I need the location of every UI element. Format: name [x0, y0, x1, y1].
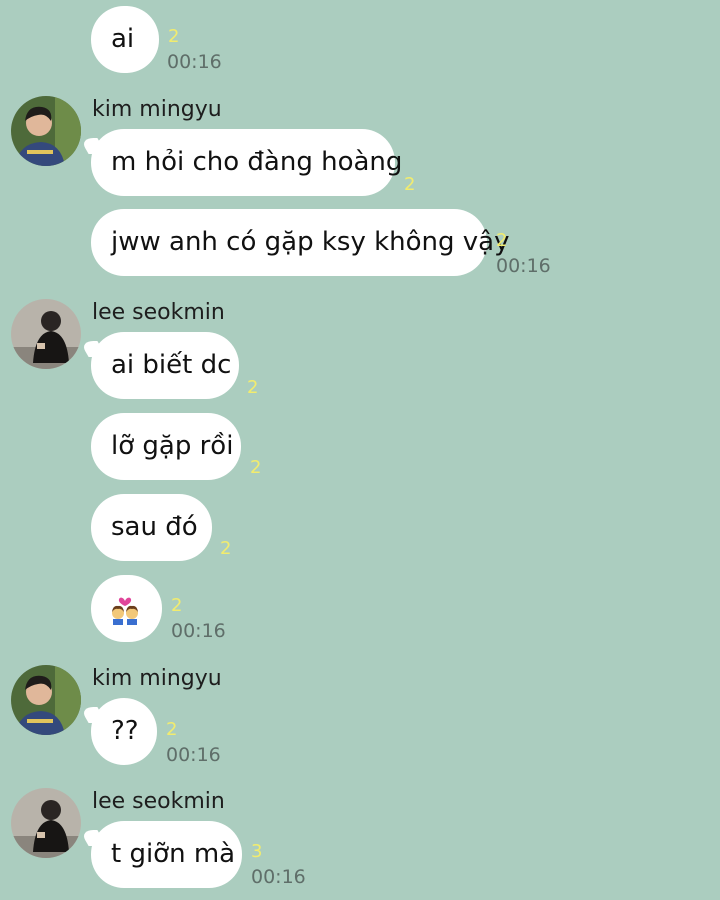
- message-text: sau đó: [111, 512, 198, 542]
- message-bubble[interactable]: sau đó: [91, 494, 212, 561]
- message-bubble[interactable]: ai: [91, 6, 159, 73]
- message-bubble[interactable]: jww anh có gặp ksy không vậy: [91, 209, 510, 276]
- message-bubble[interactable]: ??: [91, 698, 157, 765]
- message-text: ??: [111, 716, 139, 746]
- message-bubble[interactable]: t giỡn mà: [91, 821, 242, 888]
- message-time: 00:16: [166, 744, 221, 766]
- message-text: ai: [111, 24, 135, 54]
- message-text: t giỡn mà: [111, 839, 236, 869]
- message-text: m hỏi cho đàng hoàng: [111, 147, 403, 177]
- unread-count: 2: [250, 457, 262, 478]
- message-bubble[interactable]: ai biết dc: [91, 332, 239, 399]
- message-time: 00:16: [496, 255, 551, 277]
- message-time: 00:16: [251, 866, 306, 888]
- avatar-lee-seokmin[interactable]: [11, 788, 81, 858]
- sender-name: lee seokmin: [92, 789, 225, 814]
- message-text: jww anh có gặp ksy không vậy: [111, 227, 510, 257]
- avatar-kim-mingyu[interactable]: [11, 96, 81, 166]
- unread-count: 2: [171, 595, 183, 616]
- sender-name: kim mingyu: [92, 97, 222, 122]
- message-time: 00:16: [171, 620, 226, 642]
- sender-name: lee seokmin: [92, 300, 225, 325]
- message-text: ai biết dc: [111, 350, 232, 380]
- message-bubble[interactable]: m hỏi cho đàng hoàng: [91, 129, 402, 196]
- message-text: lỡ gặp rồi: [111, 431, 234, 461]
- unread-count: 2: [168, 26, 180, 47]
- message-bubble[interactable]: [91, 575, 162, 642]
- message-time: 00:16: [167, 51, 222, 73]
- unread-count: 2: [496, 230, 508, 251]
- unread-count: 2: [247, 377, 259, 398]
- avatar-lee-seokmin[interactable]: [11, 299, 81, 369]
- message-bubble[interactable]: lỡ gặp rồi: [91, 413, 241, 480]
- unread-count: 3: [251, 841, 263, 862]
- unread-count: 2: [404, 174, 416, 195]
- couple-emoji-icon: [112, 597, 138, 625]
- unread-count: 2: [166, 719, 178, 740]
- unread-count: 2: [220, 538, 232, 559]
- avatar-kim-mingyu[interactable]: [11, 665, 81, 735]
- sender-name: kim mingyu: [92, 666, 222, 691]
